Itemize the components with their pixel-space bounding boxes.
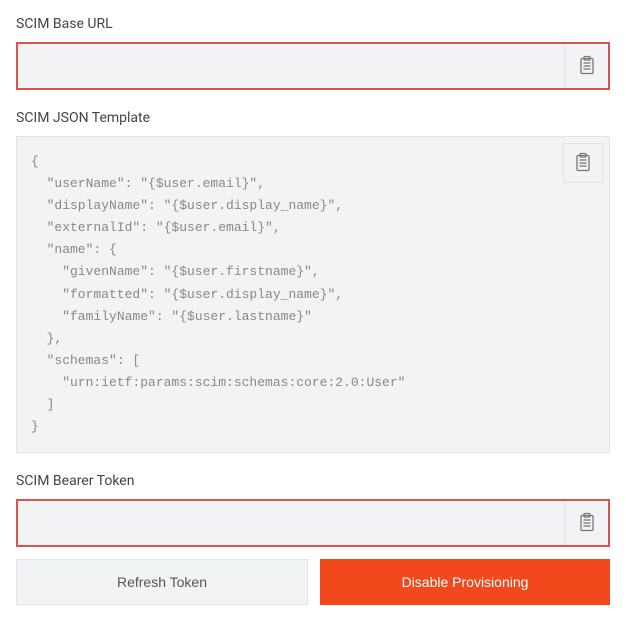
scim-base-url-input[interactable] bbox=[18, 44, 564, 88]
scim-bearer-token-group: SCIM Bearer Token bbox=[16, 473, 610, 547]
copy-scim-base-url-button[interactable] bbox=[564, 44, 608, 88]
scim-bearer-token-label: SCIM Bearer Token bbox=[16, 473, 610, 489]
scim-json-template-box[interactable]: { "userName": "{$user.email}", "displayN… bbox=[16, 136, 610, 453]
scim-base-url-row bbox=[16, 42, 610, 90]
copy-json-template-button[interactable] bbox=[563, 143, 603, 183]
scim-json-template-code: { "userName": "{$user.email}", "displayN… bbox=[17, 137, 610, 452]
scim-bearer-token-row bbox=[16, 499, 610, 547]
scim-json-template-label: SCIM JSON Template bbox=[16, 110, 610, 126]
action-button-row: Refresh Token Disable Provisioning bbox=[16, 559, 610, 605]
refresh-token-button[interactable]: Refresh Token bbox=[16, 559, 308, 605]
copy-scim-bearer-token-button[interactable] bbox=[564, 501, 608, 545]
scim-json-template-group: SCIM JSON Template { "userName": "{$user… bbox=[16, 110, 610, 453]
clipboard-icon bbox=[574, 152, 592, 175]
scim-base-url-label: SCIM Base URL bbox=[16, 16, 610, 32]
scim-bearer-token-input[interactable] bbox=[18, 501, 564, 545]
disable-provisioning-button[interactable]: Disable Provisioning bbox=[320, 559, 610, 605]
scim-base-url-group: SCIM Base URL bbox=[16, 16, 610, 90]
clipboard-icon bbox=[578, 55, 596, 78]
clipboard-icon bbox=[578, 512, 596, 535]
